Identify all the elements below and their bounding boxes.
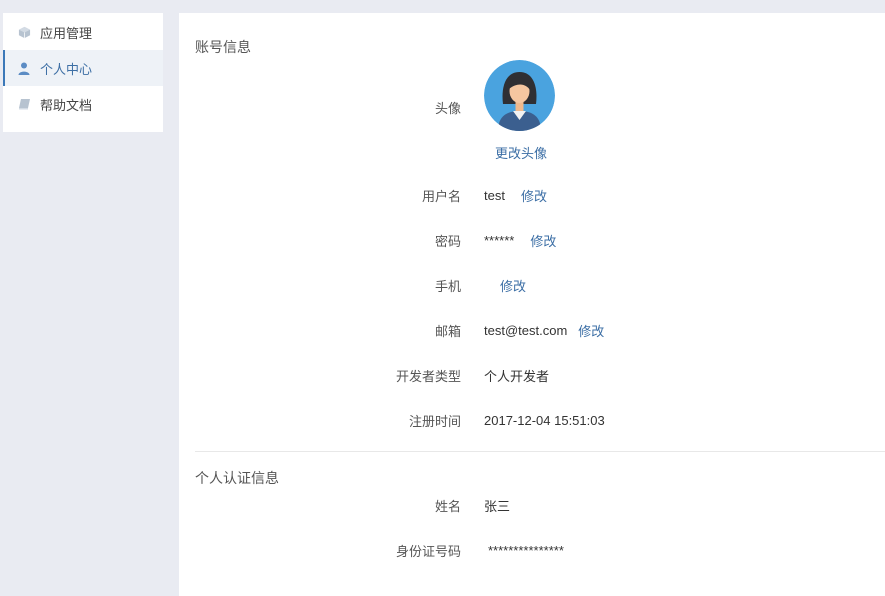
avatar-label: 头像 <box>434 100 461 116</box>
sidebar-item-app-management[interactable]: 应用管理 <box>3 14 163 50</box>
change-avatar-link[interactable]: 更改头像 <box>495 143 547 162</box>
password-value: ****** <box>484 232 515 248</box>
email-row: 邮箱 test@test.com 修改 <box>179 320 885 340</box>
name-value: 张三 <box>484 498 511 514</box>
sidebar-item-label: 帮助文档 <box>40 97 93 113</box>
user-icon <box>17 61 31 75</box>
phone-label: 手机 <box>434 278 461 294</box>
account-section-title: 账号信息 <box>195 39 251 55</box>
book-icon <box>17 97 31 111</box>
edit-password-link[interactable]: 修改 <box>530 231 556 250</box>
edit-email-link[interactable]: 修改 <box>578 321 604 340</box>
email-value: test@test.com <box>484 322 568 338</box>
username-row: 用户名 test 修改 <box>179 185 885 205</box>
section-divider <box>195 451 885 452</box>
developer-type-row: 开发者类型 个人开发者 <box>179 365 885 385</box>
id-number-value: *************** <box>488 542 564 558</box>
registration-time-row: 注册时间 2017-12-04 15:51:03 <box>179 410 885 430</box>
cube-icon <box>17 25 31 39</box>
sidebar-item-help-docs[interactable]: 帮助文档 <box>3 86 163 122</box>
password-row: 密码 ****** 修改 <box>179 230 885 250</box>
sidebar-item-personal-center[interactable]: 个人中心 <box>3 50 163 86</box>
edit-username-link[interactable]: 修改 <box>521 186 547 205</box>
developer-type-value: 个人开发者 <box>484 368 550 384</box>
developer-type-label: 开发者类型 <box>395 368 461 384</box>
password-label: 密码 <box>434 233 461 249</box>
name-row: 姓名 张三 <box>179 495 885 515</box>
id-number-label: 身份证号码 <box>395 543 461 559</box>
edit-phone-link[interactable]: 修改 <box>500 276 526 295</box>
id-number-row: 身份证号码 *************** <box>179 540 885 560</box>
identity-section-title: 个人认证信息 <box>195 470 279 486</box>
sidebar: 应用管理 个人中心 帮助文档 <box>3 13 163 132</box>
email-label: 邮箱 <box>434 323 461 339</box>
name-label: 姓名 <box>434 498 461 514</box>
main-panel: 账号信息 头像 更改头像 用户名 test 修改 密码 ****** 修改 手机… <box>179 13 885 596</box>
phone-row: 手机 修改 <box>179 275 885 295</box>
registration-time-label: 注册时间 <box>408 413 461 429</box>
sidebar-item-label: 个人中心 <box>40 61 93 77</box>
username-label: 用户名 <box>421 188 461 204</box>
sidebar-item-label: 应用管理 <box>40 25 93 41</box>
avatar[interactable] <box>484 60 555 131</box>
username-value: test <box>484 187 505 203</box>
registration-time-value: 2017-12-04 15:51:03 <box>484 412 605 428</box>
